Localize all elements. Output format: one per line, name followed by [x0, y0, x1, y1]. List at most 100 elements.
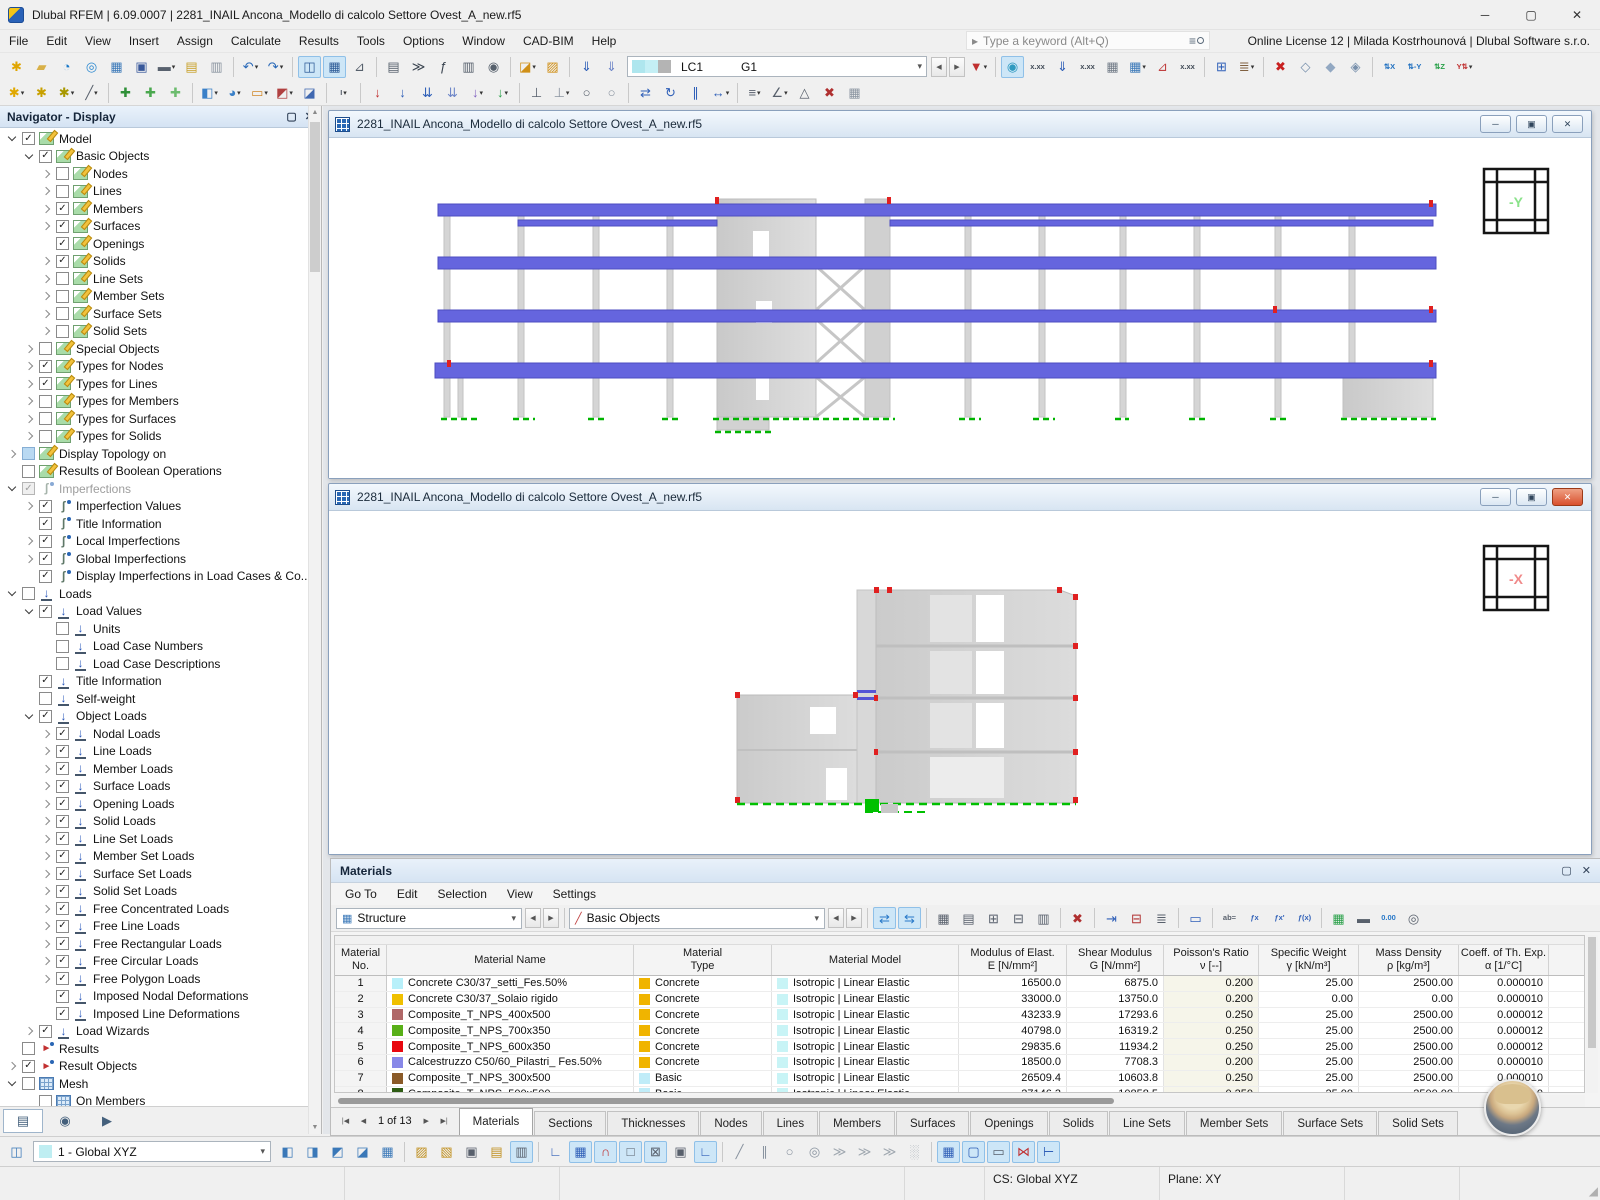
- tree-expander[interactable]: [39, 799, 54, 808]
- tree-item-load-case-descriptions[interactable]: Load Case Descriptions: [2, 655, 307, 673]
- table-view-mode-button[interactable]: ▦: [932, 907, 955, 929]
- previous-visibility-button[interactable]: ▤: [485, 1141, 508, 1163]
- tree-checkbox[interactable]: ✓: [39, 499, 52, 513]
- menu-edit[interactable]: Edit: [387, 884, 428, 904]
- tree-item-results[interactable]: Results: [2, 1040, 307, 1058]
- tree-item-free-line-loads[interactable]: ✓ Free Line Loads: [2, 918, 307, 936]
- scale-object-button[interactable]: ↔ ▾: [709, 82, 732, 104]
- formula-manager-button[interactable]: ƒ(x): [1293, 907, 1316, 929]
- ortho-mode-button[interactable]: ∟: [694, 1140, 717, 1163]
- menu-go-to[interactable]: Go To: [335, 884, 387, 904]
- tree-item-imperfections[interactable]: ✓ Imperfections: [2, 480, 307, 498]
- tree-checkbox[interactable]: [22, 1077, 35, 1091]
- show-load-values-button[interactable]: x.xx: [1076, 56, 1099, 78]
- menu-window[interactable]: Window: [453, 31, 514, 51]
- tree-checkbox[interactable]: ✓: [56, 1007, 69, 1021]
- tree-checkbox[interactable]: ✓: [56, 219, 69, 233]
- table-tab-thicknesses[interactable]: Thicknesses: [607, 1111, 700, 1135]
- move-copy-button[interactable]: ⇄: [634, 82, 657, 104]
- table-group-prev-button[interactable]: ◀: [525, 908, 541, 928]
- tree-expander[interactable]: [5, 133, 20, 142]
- show-results-button[interactable]: ⊿: [1151, 56, 1174, 78]
- snap-angle-button[interactable]: ≫: [878, 1141, 901, 1163]
- tree-item-loads[interactable]: Loads: [2, 585, 307, 603]
- network-project-button[interactable]: ◎: [80, 56, 103, 78]
- tree-checkbox[interactable]: ✓: [56, 202, 69, 216]
- tree-checkbox[interactable]: [56, 657, 69, 671]
- table-tab-solid-sets[interactable]: Solid Sets: [1378, 1111, 1458, 1135]
- material-row-4[interactable]: 4 Composite_T_NPS_700x350 Concrete Isotropi…: [335, 1023, 1584, 1040]
- menu-cad-bim[interactable]: CAD-BIM: [514, 31, 583, 51]
- tree-checkbox[interactable]: ✓: [56, 972, 69, 986]
- snap-object-points-button[interactable]: □: [619, 1140, 642, 1163]
- tree-item-opening-loads[interactable]: ✓ Opening Loads: [2, 795, 307, 813]
- section-view-button[interactable]: ◪ ▾: [516, 56, 539, 78]
- table-horizontal-scrollbar[interactable]: [334, 1095, 1585, 1107]
- tree-item-solid-sets[interactable]: Solid Sets: [2, 323, 307, 341]
- delete-rows-button[interactable]: ⊟: [1125, 907, 1148, 929]
- tree-item-imposed-line-deformations[interactable]: ✓ Imposed Line Deformations: [2, 1005, 307, 1023]
- tree-checkbox[interactable]: [22, 447, 35, 461]
- display-settings-button[interactable]: ▦: [843, 82, 866, 104]
- save-model-button[interactable]: ▣: [130, 56, 153, 78]
- tree-item-solid-loads[interactable]: ✓ Solid Loads: [2, 813, 307, 831]
- tree-checkbox[interactable]: [39, 1094, 52, 1106]
- manage-models-button[interactable]: ▦: [105, 56, 128, 78]
- cs-from-points-button[interactable]: ◪: [351, 1141, 374, 1163]
- navigator-float-button[interactable]: ▢: [286, 110, 296, 123]
- tree-expander[interactable]: [39, 309, 54, 318]
- tree-checkbox[interactable]: ✓: [56, 727, 69, 741]
- tree-checkbox[interactable]: [56, 622, 69, 636]
- snap-percentage-button[interactable]: ≫: [828, 1141, 851, 1163]
- menu-edit[interactable]: Edit: [37, 31, 76, 51]
- undo-button[interactable]: ↶ ▾: [239, 56, 262, 78]
- next-load-case-button[interactable]: ▶: [949, 56, 965, 77]
- find-in-table-button[interactable]: ◎: [1402, 907, 1425, 929]
- table-tab-nodes[interactable]: Nodes: [700, 1111, 762, 1135]
- print-graphic-button[interactable]: ▬ ▾: [155, 56, 178, 78]
- tree-item-results-of-boolean-operations[interactable]: Results of Boolean Operations: [2, 463, 307, 481]
- table-settings-button[interactable]: ≣: [1150, 907, 1173, 929]
- vp2-restore-button[interactable]: ▣: [1516, 488, 1547, 506]
- tree-item-local-imperfections[interactable]: ✓ Local Imperfections: [2, 533, 307, 551]
- tree-checkbox[interactable]: ✓: [56, 919, 69, 933]
- grid-points-toggle-button[interactable]: ▢: [962, 1140, 985, 1163]
- model-window-2-titlebar[interactable]: 2281_INAIL Ancona_Modello di calcolo Set…: [329, 484, 1591, 511]
- tree-item-member-loads[interactable]: ✓ Member Loads: [2, 760, 307, 778]
- tree-item-object-loads[interactable]: ✓ Object Loads: [2, 708, 307, 726]
- column-header-1-c[interactable]: Coeff. of Th. Exp. α [1/°C]: [1459, 945, 1549, 975]
- tree-checkbox[interactable]: ✓: [56, 237, 69, 251]
- tree-expander[interactable]: [39, 957, 54, 966]
- menu-calculate[interactable]: Calculate: [222, 31, 290, 51]
- tree-expander[interactable]: [5, 588, 20, 597]
- redo-button[interactable]: ↷ ▾: [264, 56, 287, 78]
- scrollbar-thumb[interactable]: [310, 122, 320, 272]
- table-category-next-button[interactable]: ▶: [846, 908, 862, 928]
- grid-toggle-button[interactable]: ▦: [937, 1140, 960, 1163]
- tree-expander[interactable]: [39, 274, 54, 283]
- minimize-button[interactable]: ─: [1462, 0, 1508, 30]
- tree-checkbox[interactable]: [39, 429, 52, 443]
- scroll-down-icon[interactable]: ▼: [309, 1121, 321, 1134]
- guideline-diagonal-button[interactable]: ╱: [728, 1141, 751, 1163]
- tree-checkbox[interactable]: [56, 639, 69, 653]
- transfer-load-cases-button[interactable]: ⇓: [600, 56, 623, 78]
- tree-checkbox[interactable]: ✓: [22, 132, 35, 146]
- saved-visibilities-button[interactable]: ▥: [510, 1140, 533, 1163]
- tree-item-types-for-members[interactable]: Types for Members: [2, 393, 307, 411]
- load-case-combo[interactable]: LC1 G1 ▾: [627, 56, 927, 77]
- delete-object-button[interactable]: ✖: [818, 82, 841, 104]
- tree-checkbox[interactable]: [22, 587, 35, 601]
- render-mode-button[interactable]: ◫: [5, 1141, 28, 1163]
- tree-expander[interactable]: [39, 817, 54, 826]
- show-masses-button[interactable]: ▦: [1101, 56, 1124, 78]
- insert-imposed-deformation-button[interactable]: ↓ ▾: [491, 82, 514, 104]
- report-list-button[interactable]: ▥: [205, 56, 228, 78]
- tree-checkbox[interactable]: ✓: [56, 797, 69, 811]
- tree-checkbox[interactable]: [39, 412, 52, 426]
- export-table-button[interactable]: ▤: [957, 907, 980, 929]
- table-tab-surfaces[interactable]: Surfaces: [896, 1111, 970, 1135]
- navigator-tab-views[interactable]: ▶: [87, 1109, 127, 1133]
- cancel-zoom-button[interactable]: ✖: [1269, 56, 1292, 78]
- insert-solid-button[interactable]: ◩ ▾: [273, 82, 296, 104]
